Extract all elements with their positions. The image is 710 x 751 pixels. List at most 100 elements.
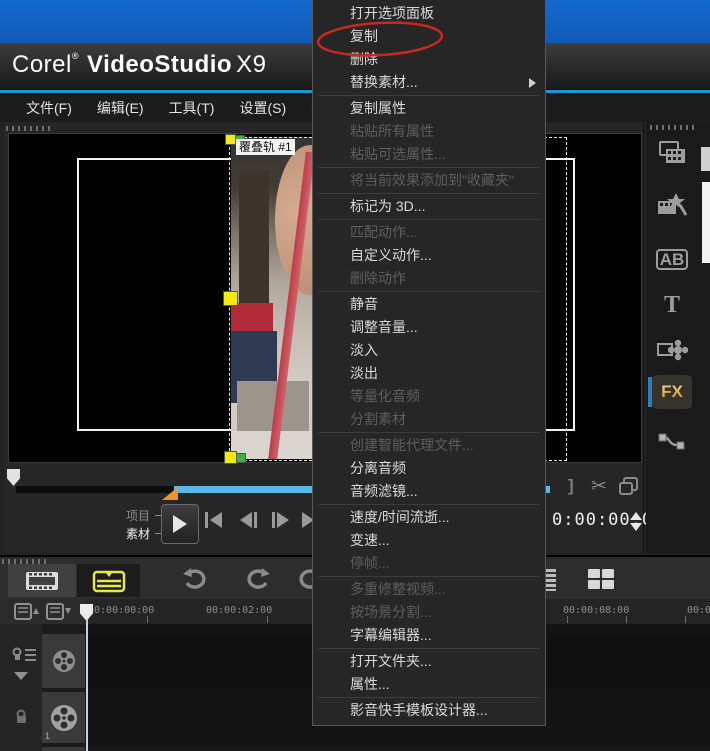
context-menu-item[interactable]: 变速... — [313, 529, 545, 552]
title-library-button[interactable]: T — [653, 290, 691, 320]
menubar-item-4[interactable]: 设置(S) — [231, 96, 294, 120]
overlay-track-header[interactable]: 1 — [42, 692, 85, 743]
track-options-rail — [0, 624, 42, 751]
trim-start-marker[interactable] — [7, 469, 20, 486]
context-menu-item-label: 创建智能代理文件... — [350, 437, 474, 453]
library-edge-button[interactable] — [701, 147, 710, 171]
context-menu-item[interactable]: 音频滤镜... — [313, 480, 545, 503]
context-menu-item[interactable]: 静音 — [313, 293, 545, 316]
video-track-header[interactable] — [42, 634, 85, 688]
context-menu-item[interactable]: 替换素材... — [313, 71, 545, 94]
context-menu-item[interactable]: 打开选项面板 — [313, 2, 545, 25]
ripple-edit-button[interactable] — [12, 647, 38, 668]
context-menu-separator — [318, 219, 540, 220]
clip-mode-label[interactable]: 素材 — [126, 525, 166, 542]
context-menu-item[interactable]: 删除 — [313, 48, 545, 71]
context-menu-item-label: 分离音频 — [350, 460, 406, 476]
rotate-handle-bottom[interactable] — [236, 453, 246, 463]
ruler-timecode-label: 00:00:08:00 — [563, 605, 630, 616]
previous-frame-button[interactable] — [240, 512, 257, 528]
context-menu-item-label: 粘贴所有属性 — [350, 123, 434, 139]
filter-library-button[interactable]: FX — [652, 375, 692, 409]
instant-project-button[interactable] — [653, 190, 691, 220]
split-screen-template-button[interactable] — [588, 569, 614, 589]
next-frame-button[interactable] — [272, 512, 289, 528]
logo-brand: Corel — [12, 51, 72, 78]
context-menu-item-label: 匹配动作... — [350, 224, 418, 240]
context-menu-item[interactable]: 复制属性 — [313, 97, 545, 120]
context-menu-item[interactable]: 打开文件夹... — [313, 650, 545, 673]
menubar-item-2[interactable]: 编辑(E) — [89, 96, 152, 120]
context-menu-item-label: 将当前效果添加到"收藏夹" — [350, 172, 514, 188]
context-menu-item-label: 标记为 3D... — [350, 198, 426, 214]
videostudio-window: Corel® VideoStudio X9 文件(F) 编辑(E) 工具(T) 设置(S)… — [0, 0, 710, 751]
context-menu-item[interactable]: 淡入 — [313, 339, 545, 362]
context-menu-separator — [318, 95, 540, 96]
library-thumbnail-edge — [702, 182, 710, 263]
ruler-timecode-label: 00:00:02:00 — [206, 605, 273, 616]
context-menu-separator — [318, 193, 540, 194]
context-menu-item-label: 等量化音频 — [350, 388, 420, 404]
project-mode-label[interactable]: 项目 — [126, 507, 166, 524]
playhead-line[interactable] — [86, 619, 88, 751]
context-menu-item-label: 调整音量... — [350, 319, 418, 335]
redo-button[interactable] — [245, 567, 271, 597]
context-menu-item-label: 删除动作 — [350, 270, 406, 286]
menubar-item-3[interactable]: 工具(T) — [161, 96, 223, 120]
track-swap-down-button[interactable] — [46, 602, 72, 626]
context-menu-item[interactable]: 调整音量... — [313, 316, 545, 339]
transition-library-button[interactable]: AB — [653, 244, 691, 274]
ruler-timecode-label: 00:0 — [687, 605, 710, 616]
go-start-button[interactable] — [205, 512, 222, 528]
context-menu-item-label: 淡入 — [350, 342, 378, 358]
context-menu-item: 多重修整视频... — [313, 578, 545, 601]
title-t-icon: T — [663, 291, 680, 318]
storyboard-view-button[interactable] — [8, 564, 76, 597]
panel-drag-handle[interactable] — [6, 126, 52, 131]
context-menu-item[interactable]: 影音快手模板设计器... — [313, 699, 545, 722]
mark-out-button[interactable]: ] — [568, 476, 574, 496]
context-menu-item: 按场景分割... — [313, 601, 545, 624]
context-menu-item[interactable]: 属性... — [313, 673, 545, 696]
track-lock-button[interactable] — [14, 709, 30, 730]
context-menu-item[interactable]: 字幕编辑器... — [313, 624, 545, 647]
context-menu-item-label: 速度/时间流逝... — [350, 509, 450, 525]
rail-collapse-arrow[interactable] — [14, 672, 28, 680]
music-track-row[interactable] — [86, 747, 710, 751]
context-menu-separator — [318, 504, 540, 505]
context-menu-item[interactable]: 速度/时间流逝... — [313, 506, 545, 529]
context-menu-item: 粘贴可选属性... — [313, 143, 545, 166]
context-menu-item-copy[interactable]: 复制 — [313, 25, 545, 48]
context-menu-item-label: 粘贴可选属性... — [350, 146, 446, 162]
timeline-view-button[interactable] — [77, 564, 140, 597]
music-track-header[interactable] — [42, 747, 85, 751]
media-library-button[interactable] — [653, 138, 691, 168]
play-button[interactable] — [161, 504, 199, 544]
film-reel-icon — [52, 650, 75, 672]
sound-mixer-button[interactable] — [546, 569, 556, 591]
snapshot-button[interactable] — [618, 476, 640, 501]
context-menu-item[interactable]: 标记为 3D... — [313, 195, 545, 218]
context-menu-item[interactable]: 分离音频 — [313, 457, 545, 480]
timecode-up-spinner[interactable] — [630, 512, 642, 520]
panel-drag-handle[interactable] — [650, 125, 694, 130]
undo-button[interactable] — [182, 567, 208, 597]
track-swap-up-button[interactable] — [14, 602, 40, 626]
resize-handle-mid-left[interactable] — [223, 291, 238, 306]
split-clip-button[interactable]: ✂ — [591, 475, 607, 497]
context-menu-item-label: 打开文件夹... — [350, 653, 432, 669]
timecode-down-spinner[interactable] — [630, 523, 642, 531]
motion-path-library-button[interactable] — [653, 428, 691, 458]
instant-project-icon — [658, 193, 688, 216]
context-menu-item-label: 停帧... — [350, 555, 390, 571]
menubar-item-1[interactable]: 文件(F) — [18, 96, 80, 120]
graphic-library-button[interactable] — [653, 336, 691, 366]
context-menu-item[interactable]: 自定义动作... — [313, 244, 545, 267]
ruler-timecode-label: 00:00:00:00 — [88, 605, 155, 616]
context-menu-item[interactable]: 淡出 — [313, 362, 545, 385]
context-menu-item-label: 打开选项面板 — [350, 5, 434, 21]
app-logo: Corel® VideoStudio X9 — [12, 51, 266, 79]
context-menu-separator — [318, 576, 540, 577]
context-menu-separator — [318, 432, 540, 433]
context-menu-item-label: 分割素材 — [350, 411, 406, 427]
